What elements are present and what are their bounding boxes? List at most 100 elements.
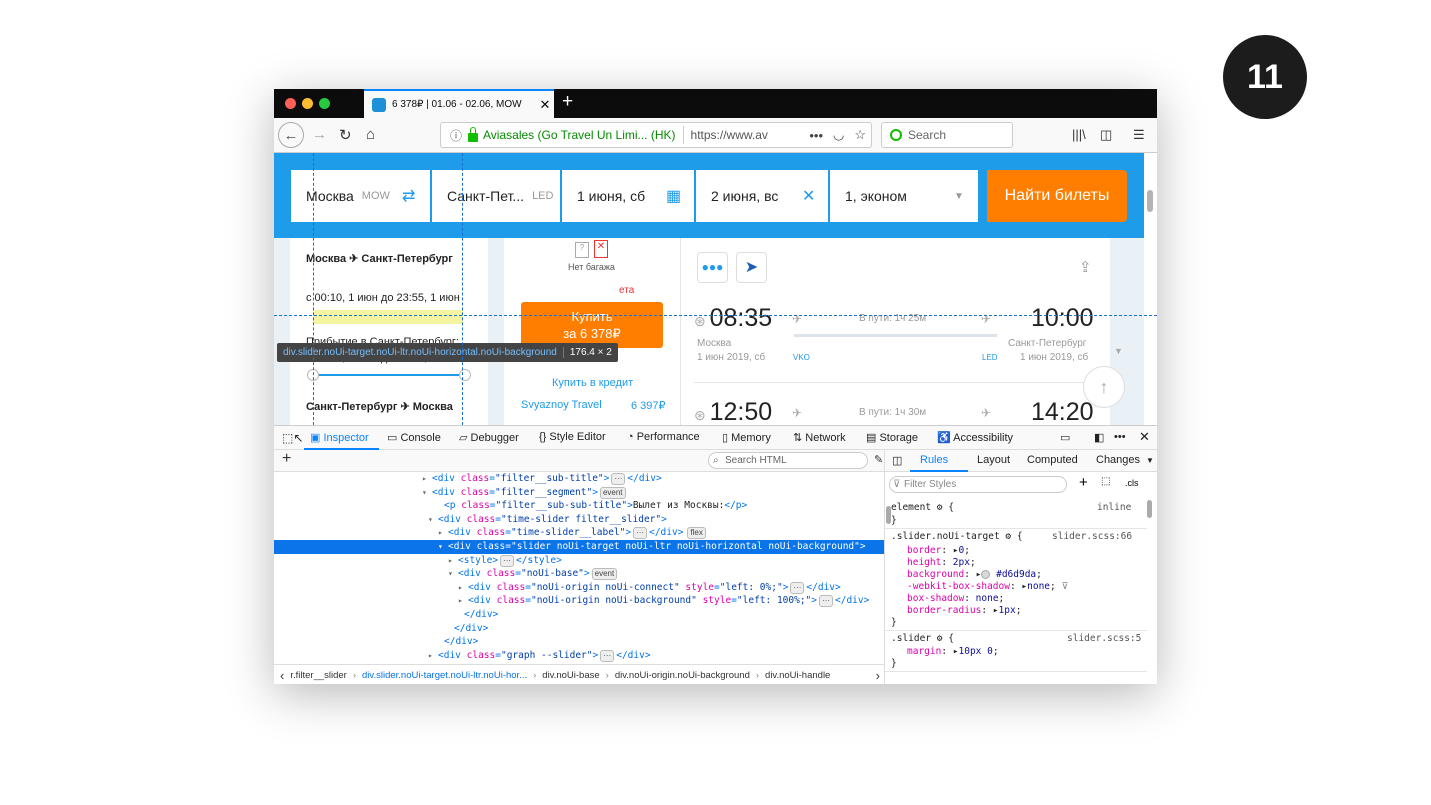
tab-network[interactable]: ⇅ Network xyxy=(793,431,846,444)
zoom-window-button[interactable] xyxy=(319,98,330,109)
more-tabs-icon[interactable]: ▼ xyxy=(1146,456,1154,465)
close-window-button[interactable] xyxy=(285,98,296,109)
add-rule-icon[interactable]: + xyxy=(1079,474,1088,491)
pick-element-icon[interactable]: ⬚↖ xyxy=(282,431,303,445)
breadcrumb-prev-icon[interactable]: ‹ xyxy=(280,668,284,683)
decl-margin[interactable]: margin: ▸10px 0; xyxy=(907,646,999,657)
eyedropper-icon[interactable]: ✎ xyxy=(874,453,883,466)
sidebar-toggle-icon[interactable]: ◫ xyxy=(892,454,902,467)
flex-badge[interactable]: flex xyxy=(687,527,706,540)
color-swatch-icon[interactable] xyxy=(981,570,991,579)
bookmark-star-icon[interactable]: ☆ xyxy=(854,127,866,143)
markup-line[interactable]: ▸ <div class="noUi-origin noUi-connect" s… xyxy=(458,581,841,595)
tab-rules[interactable]: Rules xyxy=(920,454,948,466)
markup-line[interactable]: </div> xyxy=(454,608,498,622)
markup-line[interactable]: ▸ <style> ··· </style> xyxy=(448,554,562,568)
markup-line[interactable]: ▾ <div class="time-slider filter__slider"… xyxy=(428,513,667,527)
arrive-slider-handle-right[interactable] xyxy=(459,369,471,381)
rules-scrollbar[interactable] xyxy=(1147,500,1152,518)
collapsed-badge[interactable]: ··· xyxy=(819,595,834,608)
breadcrumb-item[interactable]: div.noUi-origin.noUi-background xyxy=(615,670,750,681)
browser-tab[interactable]: 6 378₽ | 01.06 - 02.06, MOW ✕ xyxy=(364,89,554,118)
tab-changes[interactable]: Changes xyxy=(1096,454,1140,466)
expand-arrow-icon[interactable]: ▾ xyxy=(448,567,458,581)
decl-background[interactable]: background: ▸ #d6d9da; xyxy=(907,569,1042,580)
scroll-to-top-icon[interactable]: ↑ xyxy=(1083,366,1125,408)
search-box[interactable]: Search xyxy=(881,122,1013,148)
calendar-icon[interactable]: ▦ xyxy=(666,186,681,206)
collapse-arrow-icon[interactable]: ▼ xyxy=(1114,346,1123,356)
expand-arrow-icon[interactable]: ▸ xyxy=(422,472,432,486)
breadcrumb-item[interactable]: r.filter__slider xyxy=(290,670,347,681)
markup-line[interactable]: ▸ <div class="filter__sub-title"> ··· </div… xyxy=(422,472,662,486)
origin-field[interactable]: Москва MOW ⇄ xyxy=(291,170,430,222)
tab-console[interactable]: ▭ Console xyxy=(387,431,441,444)
depart-date-field[interactable]: 1 июня, сб ▦ xyxy=(562,170,694,222)
collapsed-badge[interactable]: ··· xyxy=(611,473,626,485)
collapsed-badge[interactable]: ··· xyxy=(633,527,648,540)
event-badge[interactable]: event xyxy=(591,568,618,581)
markup-line[interactable]: ▸ <div class="noUi-origin noUi-background… xyxy=(458,594,869,608)
pin-icon[interactable]: ⊛ xyxy=(694,407,710,423)
collapsed-badge[interactable]: ··· xyxy=(790,581,805,594)
rule-element-source[interactable]: inline xyxy=(1097,502,1131,513)
close-tab-icon[interactable]: ✕ xyxy=(536,97,554,113)
decl-border-radius[interactable]: border-radius: ▸1px; xyxy=(907,605,1021,616)
menu-icon[interactable]: ☰ xyxy=(1133,127,1145,143)
markup-line[interactable]: ▸ <div class="time-slider__label"> ··· </di… xyxy=(438,526,706,540)
more-actions-icon[interactable]: ••• xyxy=(809,128,823,143)
add-node-icon[interactable]: + xyxy=(282,450,291,468)
expand-arrow-icon[interactable]: ▸ xyxy=(438,526,448,540)
alt-seller-link[interactable]: Svyaznoy Travel xyxy=(521,399,602,411)
url-bar[interactable]: ⓘ Aviasales (Go Travel Un Limi... (HK) h… xyxy=(440,122,872,148)
close-devtools-icon[interactable]: ✕ xyxy=(1139,429,1150,445)
find-tickets-button[interactable]: Найти билеты xyxy=(987,170,1127,222)
forward-arrow-icon[interactable]: → xyxy=(312,126,327,143)
alt-price[interactable]: 6 397₽ xyxy=(631,399,666,412)
back-arrow-icon[interactable]: ← xyxy=(278,122,304,148)
filter-property-icon[interactable]: ⊽ xyxy=(1061,581,1068,592)
home-icon[interactable]: ⌂ xyxy=(366,126,375,143)
markup-line[interactable]: ▸ <div class="graph --slider"> ··· </div> xyxy=(428,649,651,663)
breadcrumb-item[interactable]: div.noUi-handle xyxy=(765,670,830,681)
markup-line[interactable]: ▾ <div class="noUi-base"> event xyxy=(448,567,619,581)
page-scrollbar[interactable] xyxy=(1147,190,1153,212)
expand-arrow-icon[interactable]: ▾ xyxy=(422,486,432,500)
decl-height[interactable]: height: 2px; xyxy=(907,557,976,568)
tab-memory[interactable]: ▯ Memory xyxy=(722,431,771,444)
expand-arrow-icon[interactable]: ▸ xyxy=(428,649,438,663)
return-date-field[interactable]: 2 июня, вс ✕ xyxy=(696,170,828,222)
tab-debugger[interactable]: ▱ Debugger xyxy=(459,431,519,444)
new-tab-icon[interactable]: + xyxy=(562,91,573,113)
markup-line[interactable]: ▾ <div class="filter__segment"> event xyxy=(422,486,628,500)
pseudo-class-icon[interactable]: ⬚ xyxy=(1101,476,1110,487)
arrive-slider-track[interactable] xyxy=(312,374,464,376)
credit-link[interactable]: Купить в кредит xyxy=(552,377,633,389)
markup-line[interactable]: </div> xyxy=(444,622,488,636)
search-html-input[interactable]: ⌕ Search HTML xyxy=(708,452,868,469)
responsive-mode-icon[interactable]: ▭ xyxy=(1060,431,1070,444)
tab-performance[interactable]: ◔ Performance xyxy=(627,431,700,443)
tab-storage[interactable]: ▤ Storage xyxy=(866,431,918,444)
expand-arrow-icon[interactable]: ▾ xyxy=(428,513,438,527)
url-text[interactable]: https://www.av xyxy=(691,128,805,142)
clear-return-icon[interactable]: ✕ xyxy=(802,186,815,206)
breadcrumb-item[interactable]: div.noUi-base xyxy=(542,670,599,681)
devtools-menu-icon[interactable]: ••• xyxy=(1114,431,1126,443)
swap-arrows-icon[interactable]: ⇄ xyxy=(402,186,415,206)
decl-webkit-box-shadow[interactable]: -webkit-box-shadow: ▸none; ⊽ xyxy=(907,581,1068,592)
rule-slider-source[interactable]: slider.scss:5 xyxy=(1067,633,1141,644)
tab-layout[interactable]: Layout xyxy=(977,454,1010,466)
expand-arrow-icon[interactable]: ▾ xyxy=(438,540,448,554)
library-icon[interactable]: |||\ xyxy=(1072,127,1086,142)
collapsed-badge[interactable]: ··· xyxy=(600,649,615,662)
tab-computed[interactable]: Computed xyxy=(1027,454,1078,466)
buy-button[interactable]: Купить за 6 378₽ xyxy=(521,302,663,348)
breadcrumb-next-icon[interactable]: › xyxy=(876,668,880,683)
event-badge[interactable]: event xyxy=(599,486,626,499)
markup-line[interactable]: ▾ <div class="slider noUi-target noUi-ltr… xyxy=(274,540,884,554)
dock-icon[interactable]: ◧ xyxy=(1094,431,1104,444)
info-icon[interactable]: ⓘ xyxy=(450,127,462,144)
breadcrumb-item[interactable]: div.slider.noUi-target.noUi-ltr.noUi-hor… xyxy=(362,670,527,681)
tab-style-editor[interactable]: {} Style Editor xyxy=(539,431,606,443)
